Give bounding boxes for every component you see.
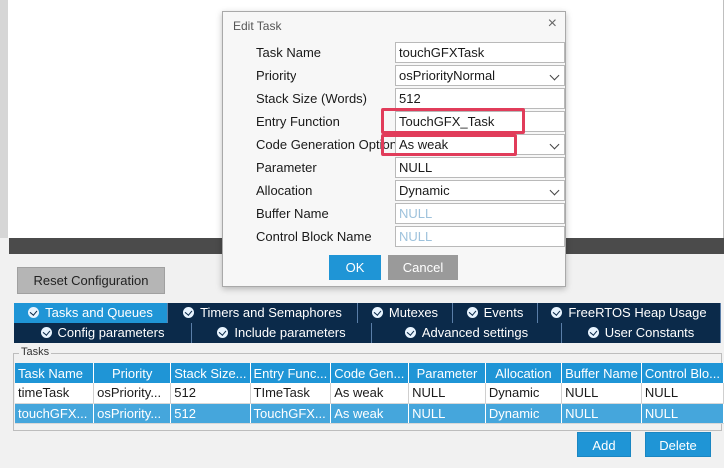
- column-header[interactable]: Priority: [93, 363, 172, 383]
- highlight-entry-function: [381, 108, 525, 134]
- check-icon: [371, 307, 383, 318]
- control-block-name-label: Control Block Name: [256, 229, 372, 244]
- control-block-name-field[interactable]: NULL: [395, 226, 565, 247]
- tab-label: FreeRTOS Heap Usage: [568, 305, 707, 320]
- tab-label: User Constants: [604, 325, 695, 340]
- tab-label: Config parameters: [57, 325, 165, 340]
- edit-task-dialog: Edit Task × Task Name touchGFXTask Prior…: [222, 11, 566, 287]
- tab-events[interactable]: Events: [453, 303, 538, 323]
- chevron-down-icon: [549, 70, 560, 81]
- tab-label: Tasks and Queues: [45, 305, 153, 320]
- allocation-label: Allocation: [256, 183, 313, 198]
- parameter-field[interactable]: NULL: [395, 157, 565, 178]
- table-cell: NULL: [561, 403, 642, 424]
- column-header[interactable]: Buffer Name: [561, 363, 642, 383]
- parameter-label: Parameter: [256, 160, 317, 175]
- tab-label: Timers and Semaphores: [200, 305, 342, 320]
- tasks-legend: Tasks: [19, 346, 52, 358]
- table-cell: As weak: [330, 403, 410, 424]
- tab-freertos-heap-usage[interactable]: FreeRTOS Heap Usage: [538, 303, 721, 323]
- check-icon: [217, 327, 229, 338]
- chevron-down-icon: [549, 139, 560, 150]
- column-header[interactable]: Allocation: [485, 363, 563, 383]
- table-cell: NULL: [408, 383, 486, 404]
- column-header[interactable]: Parameter: [408, 363, 486, 383]
- table-cell: NULL: [641, 403, 724, 424]
- reset-configuration-button[interactable]: Reset Configuration: [17, 267, 165, 294]
- task-name-field[interactable]: touchGFXTask: [395, 42, 565, 63]
- tab-label: Advanced settings: [421, 325, 529, 340]
- ok-button[interactable]: OK: [329, 255, 381, 280]
- tab-user-constants[interactable]: User Constants: [562, 323, 721, 343]
- table-cell: Dynamic: [485, 403, 563, 424]
- table-cell: As weak: [330, 383, 410, 404]
- table-row-selected[interactable]: touchGFX... osPriority... 512 TouchGFX..…: [15, 403, 724, 424]
- priority-label: Priority: [256, 68, 297, 83]
- table-cell: osPriority...: [93, 403, 172, 424]
- allocation-select[interactable]: Dynamic: [395, 180, 565, 201]
- table-row[interactable]: timeTask osPriority... 512 TImeTask As w…: [15, 383, 724, 404]
- table-cell: timeTask: [15, 383, 95, 404]
- priority-value: osPriorityNormal: [399, 68, 496, 83]
- table-cell: NULL: [641, 383, 724, 404]
- column-header[interactable]: Control Blo...: [641, 363, 724, 383]
- tab-label: Events: [483, 305, 524, 320]
- code-generation-option-label: Code Generation Option: [256, 137, 395, 152]
- check-icon: [404, 327, 416, 338]
- dialog-title: Edit Task: [233, 19, 282, 33]
- check-icon: [587, 327, 599, 338]
- tab-tasks-and-queues[interactable]: Tasks and Queues: [14, 303, 168, 323]
- tasks-table: Task Name Priority Stack Size... Entry F…: [15, 363, 724, 424]
- check-icon: [28, 307, 40, 318]
- tab-advanced-settings[interactable]: Advanced settings: [372, 323, 562, 343]
- highlight-code-generation-option: [381, 134, 517, 156]
- check-icon: [466, 307, 478, 318]
- delete-task-button[interactable]: Delete: [645, 432, 711, 457]
- check-icon: [40, 327, 52, 338]
- table-cell: Dynamic: [485, 383, 563, 404]
- buffer-name-field[interactable]: NULL: [395, 203, 565, 224]
- stack-size-field[interactable]: 512: [395, 88, 565, 109]
- task-name-label: Task Name: [256, 45, 322, 60]
- column-header[interactable]: Task Name: [15, 363, 95, 383]
- table-header-row: Task Name Priority Stack Size... Entry F…: [15, 363, 724, 383]
- table-cell: osPriority...: [93, 383, 172, 404]
- chevron-down-icon: [549, 185, 560, 196]
- stack-size-label: Stack Size (Words): [256, 91, 368, 106]
- buffer-name-label: Buffer Name: [256, 206, 329, 221]
- column-header[interactable]: Stack Size...: [170, 363, 251, 383]
- table-cell: 512: [170, 403, 251, 424]
- priority-select[interactable]: osPriorityNormal: [395, 65, 565, 86]
- tab-label: Mutexes: [388, 305, 439, 320]
- cancel-button[interactable]: Cancel: [388, 255, 458, 280]
- table-cell: 512: [170, 383, 251, 404]
- tab-timers-and-semaphores[interactable]: Timers and Semaphores: [168, 303, 358, 323]
- tab-label: Include parameters: [234, 325, 346, 340]
- check-icon: [551, 307, 563, 318]
- tab-mutexes[interactable]: Mutexes: [358, 303, 453, 323]
- table-cell: touchGFX...: [15, 403, 95, 424]
- table-cell: TouchGFX...: [250, 403, 332, 424]
- column-header[interactable]: Code Gen...: [330, 363, 410, 383]
- table-cell: NULL: [561, 383, 642, 404]
- tab-include-parameters[interactable]: Include parameters: [192, 323, 372, 343]
- table-cell: TImeTask: [250, 383, 332, 404]
- close-icon[interactable]: ×: [548, 15, 557, 33]
- tab-config-parameters[interactable]: Config parameters: [14, 323, 192, 343]
- column-header[interactable]: Entry Func...: [250, 363, 332, 383]
- check-icon: [183, 307, 195, 318]
- add-task-button[interactable]: Add: [577, 432, 631, 457]
- entry-function-label: Entry Function: [256, 114, 340, 129]
- table-cell: NULL: [408, 403, 486, 424]
- left-strip: [0, 238, 9, 468]
- allocation-value: Dynamic: [399, 183, 450, 198]
